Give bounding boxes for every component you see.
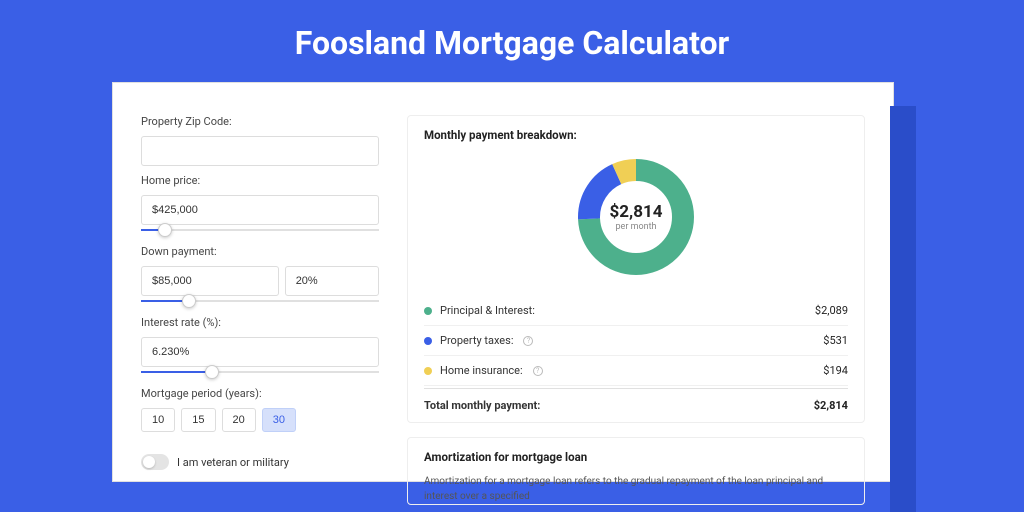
interest-slider[interactable] bbox=[141, 371, 379, 373]
legend-property-taxes: Property taxes: ? $531 bbox=[424, 326, 848, 356]
legend-value: $2,089 bbox=[815, 304, 848, 317]
period-group: Mortgage period (years): 10 15 20 30 bbox=[141, 387, 379, 432]
interest-group: Interest rate (%): bbox=[141, 316, 379, 373]
slider-thumb[interactable] bbox=[205, 365, 219, 379]
interest-label: Interest rate (%): bbox=[141, 316, 379, 329]
breakdown-panel: Monthly payment breakdown: $2,814 per mo… bbox=[407, 115, 865, 423]
down-payment-amount-input[interactable] bbox=[141, 266, 279, 296]
legend-label: Property taxes: bbox=[440, 334, 513, 347]
legend-value: $194 bbox=[823, 364, 848, 377]
period-15[interactable]: 15 bbox=[181, 408, 215, 432]
period-30[interactable]: 30 bbox=[262, 408, 296, 432]
donut-sub: per month bbox=[610, 222, 663, 232]
right-wrap: Monthly payment breakdown: $2,814 per mo… bbox=[407, 115, 865, 481]
home-price-group: Home price: bbox=[141, 174, 379, 231]
inputs-panel: Property Zip Code: Home price: Down paym… bbox=[141, 115, 379, 481]
legend-label: Principal & Interest: bbox=[440, 304, 535, 317]
amortization-text: Amortization for a mortgage loan refers … bbox=[424, 474, 848, 504]
zip-label: Property Zip Code: bbox=[141, 115, 379, 128]
period-buttons: 10 15 20 30 bbox=[141, 408, 379, 432]
shadow-decoration bbox=[890, 106, 916, 512]
calculator-card: Property Zip Code: Home price: Down paym… bbox=[112, 82, 894, 482]
page-title: Foosland Mortgage Calculator bbox=[0, 0, 1024, 82]
donut-center: $2,814 per month bbox=[610, 202, 663, 232]
total-label: Total monthly payment: bbox=[424, 399, 540, 412]
donut-chart: $2,814 per month bbox=[573, 154, 699, 280]
down-payment-slider[interactable] bbox=[141, 300, 379, 302]
total-value: $2,814 bbox=[814, 399, 848, 412]
interest-input[interactable] bbox=[141, 337, 379, 367]
breakdown-title: Monthly payment breakdown: bbox=[424, 128, 848, 142]
donut-amount: $2,814 bbox=[610, 202, 663, 222]
legend-dot-icon bbox=[424, 367, 432, 375]
donut-chart-wrap: $2,814 per month bbox=[424, 154, 848, 280]
legend-principal-interest: Principal & Interest: $2,089 bbox=[424, 296, 848, 326]
home-price-slider[interactable] bbox=[141, 229, 379, 231]
legend-total: Total monthly payment: $2,814 bbox=[424, 388, 848, 422]
down-payment-label: Down payment: bbox=[141, 245, 379, 258]
legend-dot-icon bbox=[424, 337, 432, 345]
legend-home-insurance: Home insurance: ? $194 bbox=[424, 356, 848, 386]
legend-value: $531 bbox=[823, 334, 848, 347]
home-price-label: Home price: bbox=[141, 174, 379, 187]
info-icon[interactable]: ? bbox=[533, 366, 543, 376]
amortization-card: Amortization for mortgage loan Amortizat… bbox=[407, 437, 865, 505]
legend-label: Home insurance: bbox=[440, 364, 523, 377]
zip-input[interactable] bbox=[141, 136, 379, 166]
info-icon[interactable]: ? bbox=[523, 336, 533, 346]
period-10[interactable]: 10 bbox=[141, 408, 175, 432]
amortization-title: Amortization for mortgage loan bbox=[424, 450, 848, 464]
legend-dot-icon bbox=[424, 307, 432, 315]
veteran-label: I am veteran or military bbox=[177, 456, 289, 469]
veteran-toggle[interactable] bbox=[141, 454, 169, 470]
down-payment-percent-input[interactable] bbox=[285, 266, 379, 296]
slider-thumb[interactable] bbox=[182, 294, 196, 308]
home-price-input[interactable] bbox=[141, 195, 379, 225]
down-payment-group: Down payment: bbox=[141, 245, 379, 302]
period-20[interactable]: 20 bbox=[222, 408, 256, 432]
slider-thumb[interactable] bbox=[158, 223, 172, 237]
period-label: Mortgage period (years): bbox=[141, 387, 379, 400]
zip-field-group: Property Zip Code: bbox=[141, 115, 379, 166]
toggle-knob bbox=[143, 456, 155, 468]
veteran-toggle-row: I am veteran or military bbox=[141, 454, 379, 470]
slider-fill bbox=[141, 371, 212, 373]
